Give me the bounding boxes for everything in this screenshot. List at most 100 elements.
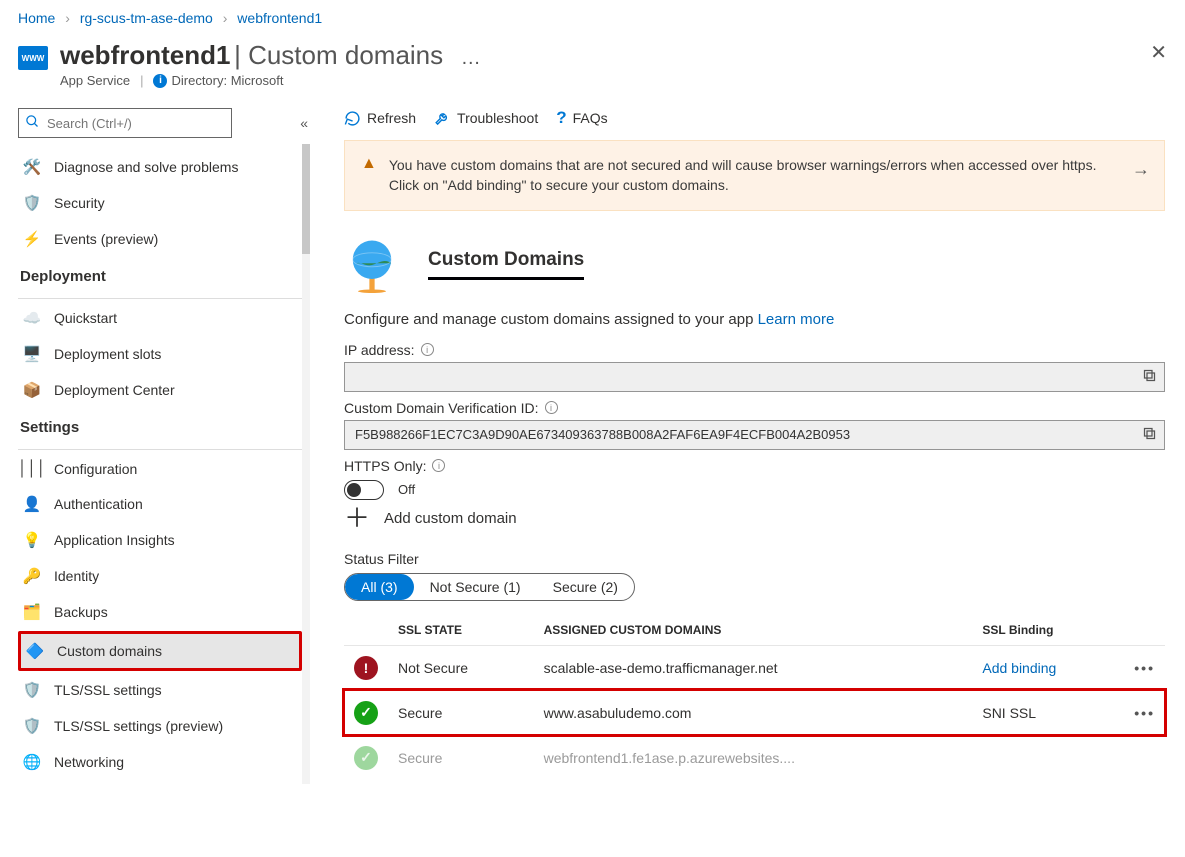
sidebar-item-label: Custom domains bbox=[57, 643, 162, 659]
wrench-icon bbox=[434, 110, 451, 127]
sidebar-item-identity[interactable]: 🔑 Identity bbox=[18, 559, 302, 593]
key-icon: 🔑 bbox=[20, 567, 44, 585]
learn-more-link[interactable]: Learn more bbox=[758, 311, 835, 328]
ssl-binding bbox=[972, 735, 1124, 780]
arrow-right-icon[interactable]: → bbox=[1132, 159, 1150, 180]
sidebar-item-backups[interactable]: 🗂️Backups bbox=[18, 595, 302, 629]
add-binding-link[interactable]: Add binding bbox=[982, 660, 1056, 676]
directory-label: Directory: Microsoft bbox=[171, 73, 283, 88]
col-domain[interactable]: ASSIGNED CUSTOM DOMAINS bbox=[534, 615, 973, 646]
https-only-toggle[interactable] bbox=[344, 480, 384, 500]
sidebar-item-label: Events (preview) bbox=[54, 231, 158, 247]
https-only-label: HTTPS Only: bbox=[344, 458, 426, 474]
sidebar-item-networking[interactable]: 🌐Networking bbox=[18, 745, 302, 779]
backup-icon: 🗂️ bbox=[20, 603, 44, 621]
breadcrumb-res[interactable]: webfrontend1 bbox=[237, 10, 322, 26]
add-custom-domain-button[interactable]: ＋ Add custom domain bbox=[344, 510, 1165, 527]
info-icon[interactable]: i bbox=[545, 401, 558, 414]
shield-orange-icon: 🛡️ bbox=[20, 681, 44, 699]
page-header: WWW webfrontend1 | Custom domains … App … bbox=[0, 36, 1185, 102]
sidebar-item-label: TLS/SSL settings (preview) bbox=[54, 718, 223, 734]
faqs-button[interactable]: ? FAQs bbox=[556, 108, 607, 128]
filter-pill[interactable]: All (3) bbox=[345, 574, 414, 600]
sidebar-item-quickstart[interactable]: ☁️ Quickstart bbox=[18, 301, 302, 335]
page-subtitle: Custom domains bbox=[248, 40, 443, 70]
sidebar-item-tls-ssl-settings[interactable]: 🛡️TLS/SSL settings bbox=[18, 673, 302, 707]
sidebar-item-label: Deployment slots bbox=[54, 346, 161, 362]
page-title: webfrontend1 bbox=[60, 40, 230, 70]
copy-icon[interactable] bbox=[1142, 368, 1157, 383]
collapse-sidebar-icon[interactable]: « bbox=[300, 115, 308, 131]
refresh-icon bbox=[344, 110, 361, 127]
breadcrumb: Home › rg-scus-tm-ase-demo › webfrontend… bbox=[0, 0, 1185, 36]
table-row[interactable]: !Not Securescalable-ase-demo.trafficmana… bbox=[344, 645, 1165, 690]
verification-id-field[interactable] bbox=[344, 420, 1165, 450]
ip-address-field[interactable] bbox=[344, 362, 1165, 392]
slots-icon: 🖥️ bbox=[20, 345, 44, 363]
sidebar-scrollbar[interactable] bbox=[302, 144, 310, 784]
copy-icon[interactable] bbox=[1142, 426, 1157, 441]
table-row[interactable]: ✓Securewebfrontend1.fe1ase.p.azurewebsit… bbox=[344, 735, 1165, 780]
sidebar-item-label: Quickstart bbox=[54, 310, 117, 326]
domain-name: www.asabuludemo.com bbox=[534, 690, 973, 735]
status-filter-label: Status Filter bbox=[344, 551, 1165, 567]
custom-domains-table: SSL STATE ASSIGNED CUSTOM DOMAINS SSL Bi… bbox=[344, 615, 1165, 780]
ssl-binding: SNI SSL bbox=[972, 690, 1124, 735]
sidebar-item-deployment-center[interactable]: 📦 Deployment Center bbox=[18, 373, 302, 407]
filter-pill[interactable]: Not Secure (1) bbox=[414, 574, 537, 600]
more-menu-icon[interactable]: … bbox=[461, 47, 482, 69]
chevron-right-icon: › bbox=[65, 10, 70, 26]
info-icon[interactable]: i bbox=[421, 343, 434, 356]
shield-orange-icon: 🛡️ bbox=[20, 717, 44, 735]
ssl-state: Secure bbox=[388, 735, 534, 780]
ssl-state: Secure bbox=[388, 690, 534, 735]
status-filter-pills: All (3)Not Secure (1)Secure (2) bbox=[344, 573, 635, 601]
sidebar-item-application-insights[interactable]: 💡 Application Insights bbox=[18, 523, 302, 557]
troubleshoot-button[interactable]: Troubleshoot bbox=[434, 110, 538, 127]
breadcrumb-home[interactable]: Home bbox=[18, 10, 55, 26]
cloud-icon: ☁️ bbox=[20, 309, 44, 327]
domain-name: webfrontend1.fe1ase.p.azurewebsites.... bbox=[534, 735, 973, 780]
info-icon[interactable]: i bbox=[432, 459, 445, 472]
breadcrumb-rg[interactable]: rg-scus-tm-ase-demo bbox=[80, 10, 213, 26]
www-icon: 🔷 bbox=[23, 642, 47, 660]
chevron-right-icon: › bbox=[223, 10, 228, 26]
bulb-icon: 💡 bbox=[20, 531, 44, 549]
refresh-button[interactable]: Refresh bbox=[344, 110, 416, 127]
sidebar-item-events-preview-[interactable]: ⚡Events (preview) bbox=[18, 222, 302, 256]
ssl-binding[interactable]: Add binding bbox=[972, 645, 1124, 690]
shield-blue-icon: 🛡️ bbox=[20, 194, 44, 212]
sidebar-item-deployment-slots[interactable]: 🖥️ Deployment slots bbox=[18, 337, 302, 371]
row-more-icon[interactable]: ••• bbox=[1134, 705, 1155, 721]
sidebar-item-label: Deployment Center bbox=[54, 382, 175, 398]
plus-icon: ＋ bbox=[344, 513, 370, 523]
search-icon bbox=[25, 114, 40, 129]
col-ssl-state[interactable]: SSL STATE bbox=[388, 615, 534, 646]
sidebar-group-deployment: Deployment bbox=[18, 256, 302, 294]
col-ssl-binding[interactable]: SSL Binding bbox=[972, 615, 1124, 646]
sidebar-item-label: Diagnose and solve problems bbox=[54, 159, 238, 175]
table-row[interactable]: ✓ Securewww.asabuludemo.comSNI SSL ••• bbox=[344, 690, 1165, 735]
filter-pill[interactable]: Secure (2) bbox=[537, 574, 634, 600]
sidebar-item-security[interactable]: 🛡️Security bbox=[18, 186, 302, 220]
check-badge-icon: ✓ bbox=[354, 701, 378, 725]
wrench-icon: 🛠️ bbox=[20, 158, 44, 176]
row-more-icon[interactable]: ••• bbox=[1134, 660, 1155, 676]
sidebar-item-custom-domains[interactable]: 🔷 Custom domains bbox=[21, 634, 299, 668]
sidebar-item-tls-ssl-settings-preview-[interactable]: 🛡️ TLS/SSL settings (preview) bbox=[18, 709, 302, 743]
ssl-state: Not Secure bbox=[388, 645, 534, 690]
sidebar-item-authentication[interactable]: 👤Authentication bbox=[18, 487, 302, 521]
hero-title: Custom Domains bbox=[428, 249, 584, 280]
app-service-icon: WWW bbox=[18, 46, 48, 70]
sidebar-item-label: Application Insights bbox=[54, 532, 175, 548]
toolbar: Refresh Troubleshoot ? FAQs bbox=[344, 108, 1165, 140]
sliders-icon: │││ bbox=[20, 460, 44, 477]
cube-icon: 📦 bbox=[20, 381, 44, 399]
close-icon[interactable]: ✕ bbox=[1150, 40, 1167, 65]
info-icon: i bbox=[153, 74, 167, 88]
sidebar-search-input[interactable] bbox=[18, 108, 232, 138]
sidebar-item-label: Identity bbox=[54, 568, 99, 584]
sidebar-top-group: 🛠️ Diagnose and solve problems 🛡️Security⚡… bbox=[18, 150, 302, 256]
sidebar-item-diagnose-and-solve-problems[interactable]: 🛠️ Diagnose and solve problems bbox=[18, 150, 302, 184]
sidebar-item-configuration[interactable]: │││Configuration bbox=[18, 452, 302, 485]
